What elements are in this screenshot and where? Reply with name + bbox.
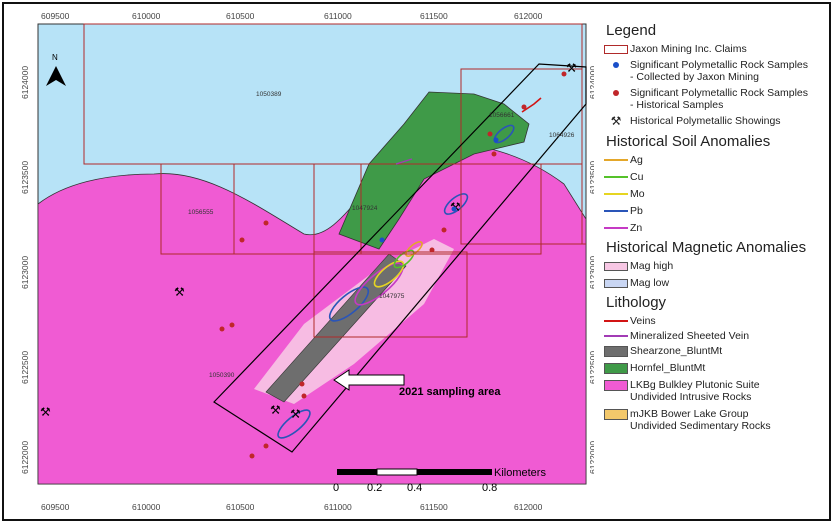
legend-item-litho-box: Shearzone_BluntMt [602, 345, 834, 357]
claim-label: 1064926 [549, 132, 575, 139]
sampling-area-label: 2021 sampling area [399, 386, 501, 398]
svg-text:0: 0 [333, 482, 339, 494]
historical-sample-dot [487, 131, 493, 137]
x-tick-label: 610000 [132, 11, 161, 21]
claim-label: 1047975 [379, 293, 405, 300]
legend-item-litho-box: Hornfel_BluntMt [602, 362, 834, 374]
historical-sample-dot [249, 453, 255, 459]
legend-item-historical-samples: Significant Polymetallic Rock Samples - … [602, 87, 834, 111]
claim-label: 1056555 [188, 209, 214, 216]
y-tick-label: 6122000 [20, 441, 30, 474]
historical-sample-dot [491, 151, 497, 157]
x-tick-label: 609500 [41, 11, 70, 21]
x-tick-label: 611500 [420, 502, 448, 512]
claim-label: 1056661 [489, 112, 515, 119]
y-tick-label: 6124000 [20, 66, 30, 99]
litho-box-icon [604, 408, 628, 420]
svg-text:N: N [52, 53, 58, 62]
x-tick-label: 610500 [226, 502, 255, 512]
historical-sample-dot [219, 326, 225, 332]
legend-item-mag: Mag high [602, 260, 834, 272]
legend-item-soil-pb: Pb [602, 205, 834, 217]
historical-sample-dot [229, 322, 235, 328]
legend-item-claims: Jaxon Mining Inc. Claims [602, 43, 834, 55]
legend-soil-title: Historical Soil Anomalies [606, 133, 771, 150]
svg-text:Kilometers: Kilometers [494, 467, 546, 479]
historical-showing-icon: ⚒ [566, 61, 577, 75]
legend-item-litho-box: LKBg Bulkley Plutonic Suite Undivided In… [602, 379, 834, 403]
y-tick-label: 6122000 [588, 441, 594, 474]
mag-box-icon [604, 261, 628, 271]
litho-line-icon [604, 335, 628, 337]
red-dot-icon [613, 90, 619, 96]
historical-showing-icon: ⚒ [40, 405, 51, 419]
svg-text:0.2: 0.2 [367, 482, 382, 494]
svg-text:0.8: 0.8 [482, 482, 497, 494]
litho-box-icon [604, 362, 628, 374]
x-tick-label: 611500 [420, 11, 448, 21]
legend-item-showings: ⚒ Historical Polymetallic Showings [602, 115, 834, 127]
legend-item-soil-ag: Ag [602, 154, 834, 166]
jaxon-sample-dot [493, 137, 499, 143]
jaxon-sample-dot [451, 206, 457, 212]
pick-hammer-icon: ⚒ [610, 114, 622, 128]
claim-box-icon [604, 44, 628, 54]
historical-sample-dot [263, 220, 269, 226]
map-canvas: ⚒ ⚒ ⚒ ⚒ ⚒ ⚒ [20, 11, 594, 512]
historical-sample-dot [239, 237, 245, 243]
claim-label: 1050389 [256, 91, 282, 98]
x-tick-label: 610500 [226, 11, 255, 21]
x-tick-label: 609500 [41, 502, 70, 512]
soil-line-icon [604, 193, 628, 195]
historical-sample-dot [263, 443, 269, 449]
legend-item-litho-box: mJKB Bower Lake Group Undivided Sediment… [602, 408, 834, 432]
historical-showing-icon: ⚒ [174, 285, 185, 299]
historical-sample-dot [561, 71, 567, 77]
historical-sample-dot [301, 393, 307, 399]
claim-label: 1050390 [209, 372, 235, 379]
litho-box-icon [604, 379, 628, 391]
legend-item-soil-cu: Cu [602, 171, 834, 183]
historical-sample-dot [441, 227, 447, 233]
legend-item-soil-zn: Zn [602, 222, 834, 234]
litho-box-icon [604, 345, 628, 357]
litho-line-icon [604, 320, 628, 322]
map-frame: ⚒ ⚒ ⚒ ⚒ ⚒ ⚒ [2, 2, 831, 521]
mag-box-icon [604, 278, 628, 288]
x-tick-label: 612000 [514, 502, 543, 512]
legend-panel: Legend Jaxon Mining Inc. Claims Signific… [594, 22, 834, 437]
jaxon-sample-dot [379, 237, 385, 243]
soil-line-icon [604, 159, 628, 161]
x-tick-label: 611000 [324, 11, 352, 21]
legend-item-litho-line: Veins [602, 315, 834, 327]
blue-dot-icon [613, 62, 619, 68]
y-tick-label: 6123000 [20, 256, 30, 289]
legend-litho-title: Lithology [606, 294, 667, 311]
claim-label: 1047924 [352, 205, 378, 212]
historical-showing-icon: ⚒ [270, 403, 281, 417]
soil-line-icon [604, 210, 628, 212]
legend-item-jaxon-samples: Significant Polymetallic Rock Samples - … [602, 59, 834, 83]
historical-sample-dot [429, 247, 435, 253]
legend-title: Legend [606, 22, 657, 39]
y-tick-label: 6122500 [20, 351, 30, 384]
legend-mag-title: Historical Magnetic Anomalies [606, 239, 807, 256]
y-tick-label: 6123500 [20, 161, 30, 194]
x-tick-label: 612000 [514, 11, 543, 21]
x-tick-label: 610000 [132, 502, 161, 512]
historical-showing-icon: ⚒ [290, 407, 301, 421]
soil-line-icon [604, 227, 628, 229]
legend-item-litho-line: Mineralized Sheeted Vein [602, 330, 834, 342]
legend-item-mag: Mag low [602, 277, 834, 289]
soil-line-icon [604, 176, 628, 178]
x-tick-label: 611000 [324, 502, 352, 512]
historical-sample-dot [299, 381, 305, 387]
legend-item-soil-mo: Mo [602, 188, 834, 200]
svg-text:0.4: 0.4 [407, 482, 422, 494]
